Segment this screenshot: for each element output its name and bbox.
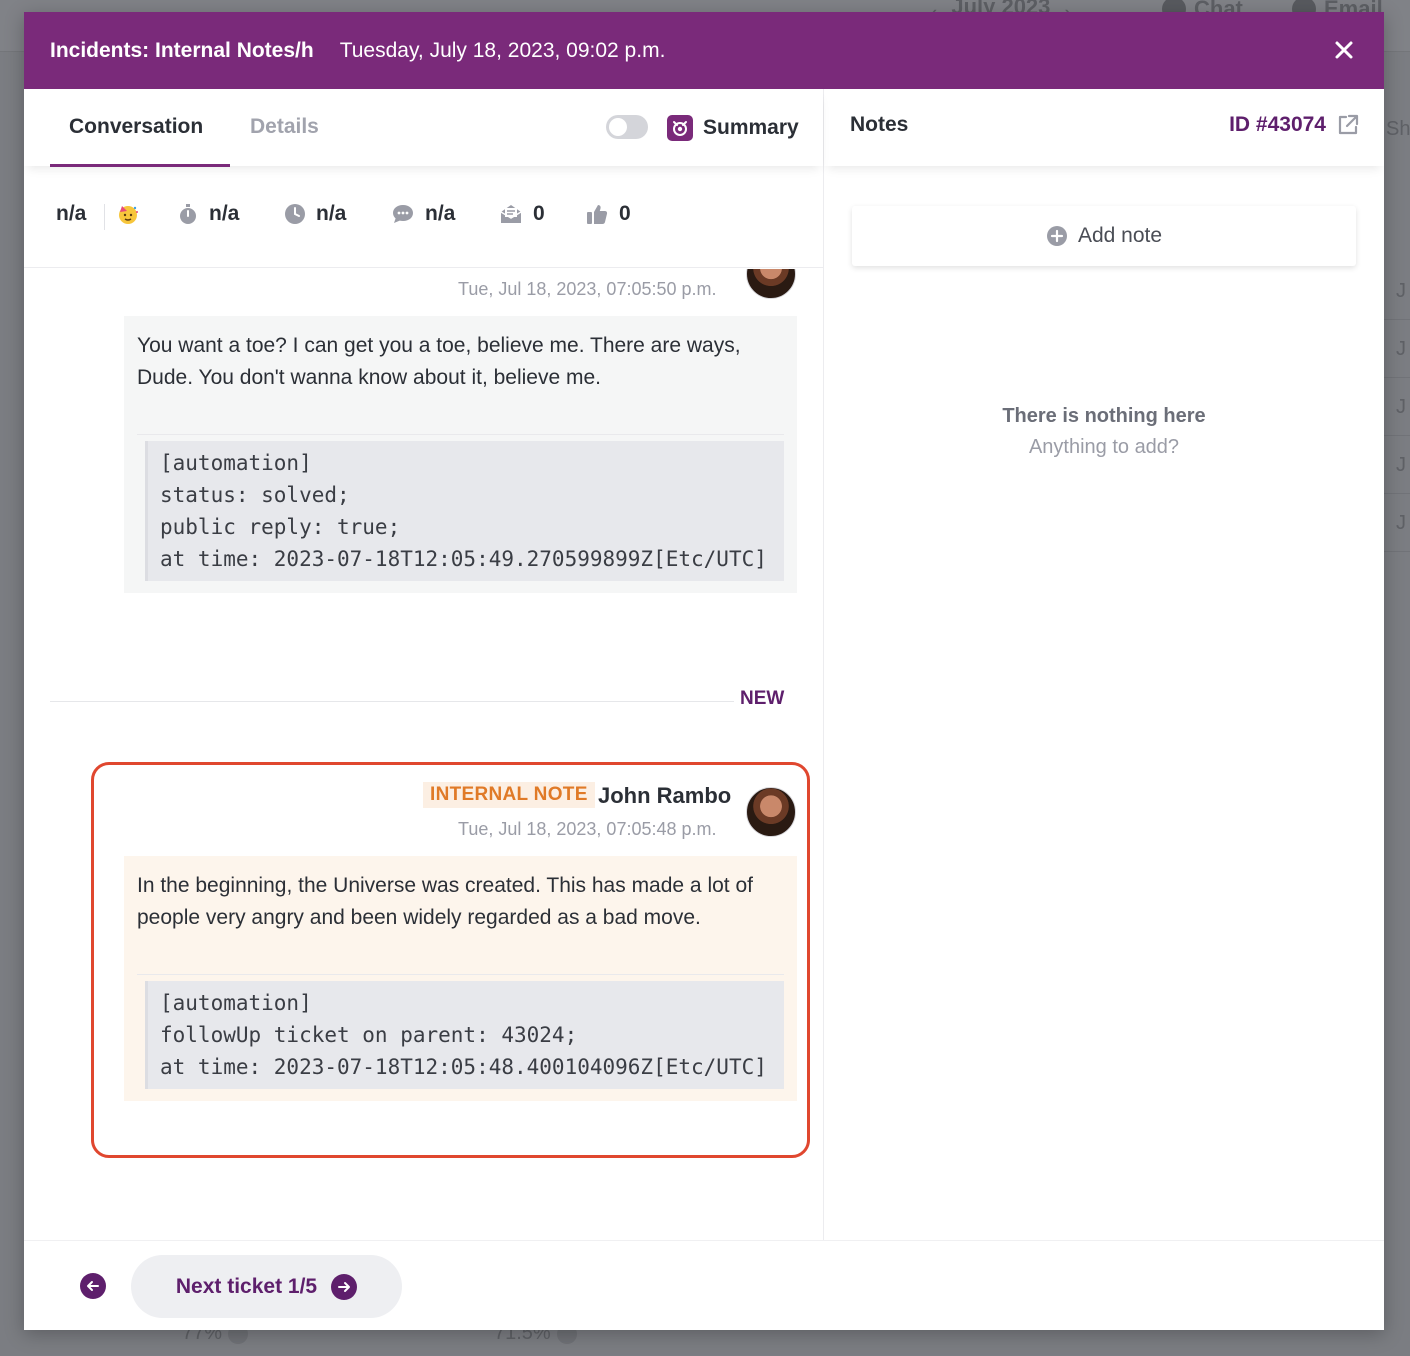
conversation-thread: Tue, Jul 18, 2023, 07:05:50 p.m. You wan… [24,269,823,1240]
conversation-panel: Conversation Details Summary n/a n/a n/a… [24,89,824,1240]
next-ticket-button[interactable]: Next ticket 1/5 [131,1255,402,1318]
internal-note-bubble: In the beginning, the Universe was creat… [124,856,797,1101]
summary-icon [667,115,693,141]
notes-panel: Notes ID #43074 Add note There is nothin… [824,89,1384,1240]
tab-conversation[interactable]: Conversation [69,115,203,139]
modal-footer: Next ticket 1/5 [24,1240,1384,1330]
message-timestamp: Tue, Jul 18, 2023, 07:05:50 p.m. [458,279,717,299]
next-ticket-label: Next ticket 1/5 [175,1274,318,1298]
external-link-icon [1338,114,1359,135]
message-bubble: You want a toe? I can get you a toe, bel… [124,316,797,593]
stat-emoji [116,202,140,226]
notes-header: Notes ID #43074 [824,89,1384,166]
open-envelope-icon [500,205,522,223]
add-note-label: Add note [1077,224,1163,247]
stat-first-reply-value: n/a [209,202,240,225]
stat-replies: n/a [391,202,455,226]
summary-label: Summary [703,116,799,139]
background-row: J [1384,436,1410,494]
stat-replies-value: n/a [425,202,456,225]
clock-icon [285,204,305,224]
modal-title: Incidents: Internal Notes/h [50,38,314,62]
plus-circle-icon [1046,226,1067,246]
background-row: J [1384,320,1410,378]
stat-resolution-time-value: n/a [316,202,347,225]
automation-block: [automation] status: solved; public repl… [145,441,784,581]
internal-note-badge: INTERNAL NOTE [423,782,595,808]
message-timestamp: Tue, Jul 18, 2023, 07:05:48 p.m. [458,819,717,839]
toggle-knob [609,118,627,136]
thumbs-up-icon [587,205,608,224]
stat-reopens: 0 [499,202,545,226]
summary-toggle[interactable] [606,115,648,139]
arrow-left-icon [87,1281,99,1291]
background-row: J [1384,494,1410,552]
empty-state-subtitle: Anything to add? [1028,436,1180,458]
summary-button[interactable]: Summary [667,115,799,141]
stat-first-reply: n/a [177,202,239,226]
stat-resolution-time: n/a [284,202,346,226]
new-messages-label: NEW [740,688,785,709]
stopwatch-icon [180,204,196,224]
close-icon[interactable] [1332,38,1356,62]
stat-divider [104,204,105,230]
party-face-icon [119,206,138,224]
message-text: You want a toe? I can get you a toe, bel… [137,330,784,435]
avatar [746,787,796,837]
ticket-id-link[interactable]: ID #43074 [1229,113,1360,137]
stat-likes-value: 0 [619,202,631,225]
background-row: J [1384,378,1410,436]
message-text: In the beginning, the Universe was creat… [137,870,784,975]
modal-body: Conversation Details Summary n/a n/a n/a… [24,89,1384,1240]
arrow-right-icon [331,1273,358,1300]
ticket-modal: Incidents: Internal Notes/h Tuesday, Jul… [24,12,1384,1330]
active-tab-indicator [50,164,230,167]
empty-state-title: There is nothing here [1002,405,1206,427]
add-note-button[interactable]: Add note [852,206,1356,266]
automation-block: [automation] followUp ticket on parent: … [145,981,784,1089]
stat-likes: 0 [585,202,631,226]
background-row: J [1384,262,1410,320]
modal-datetime: Tuesday, July 18, 2023, 09:02 p.m. [339,38,666,62]
ticket-stats: n/a n/a n/a n/a 0 0 [24,166,823,268]
tab-details[interactable]: Details [250,115,319,139]
previous-ticket-button[interactable] [80,1273,106,1299]
background-side-label: Sh [1386,118,1410,140]
chat-bubble-icon [393,205,413,223]
modal-header: Incidents: Internal Notes/h Tuesday, Jul… [24,12,1384,89]
message-author: John Rambo [598,783,732,808]
stat-score-value: n/a [56,202,87,225]
notes-title: Notes [850,113,909,136]
stat-reopens-value: 0 [533,202,545,225]
stat-score: n/a [56,202,86,226]
background-rows: J J J J J [1384,262,1410,552]
new-messages-divider [50,701,734,702]
ticket-id-label: ID #43074 [1229,113,1326,136]
tab-bar: Conversation Details Summary [24,89,823,167]
avatar [746,269,796,299]
